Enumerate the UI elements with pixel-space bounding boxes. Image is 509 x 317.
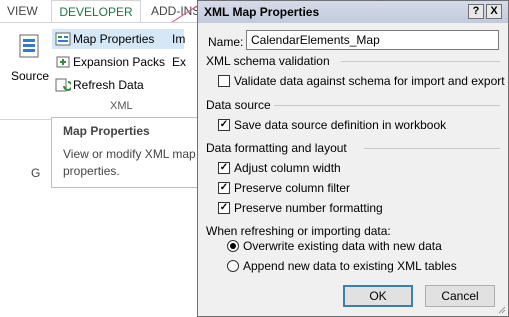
close-button[interactable]: X: [486, 4, 502, 19]
cancel-button[interactable]: Cancel: [425, 285, 495, 307]
map-properties-tooltip: Map Properties View or modify XML map pr…: [51, 117, 211, 188]
refresh-behavior-title: When refreshing or importing data:: [206, 224, 391, 238]
validate-schema-label: Validate data against schema for import …: [234, 74, 505, 88]
expansion-packs-button[interactable]: Expansion Packs: [52, 52, 170, 72]
adjust-column-width-checkbox[interactable]: ✓: [218, 162, 230, 174]
append-data-label: Append new data to existing XML tables: [243, 259, 457, 273]
preserve-number-format-label: Preserve number formatting: [234, 201, 383, 215]
adjust-column-width-label: Adjust column width: [234, 161, 341, 175]
refresh-data-icon: [55, 78, 71, 92]
expansion-packs-icon: [56, 56, 70, 68]
xml-map-properties-dialog: XML Map Properties ? X Name: XML schema …: [197, 0, 509, 317]
refresh-data-button[interactable]: Refresh Data: [52, 75, 149, 95]
ok-button[interactable]: OK: [343, 285, 413, 307]
map-properties-button[interactable]: Map Properties: [52, 29, 184, 49]
overwrite-data-radio[interactable]: [227, 240, 239, 252]
expansion-packs-label: Expansion Packs: [73, 55, 166, 69]
section-divider: [341, 61, 500, 62]
help-button[interactable]: ?: [468, 4, 484, 19]
refresh-data-label: Refresh Data: [73, 78, 144, 92]
save-source-label: Save data source definition in workbook: [234, 118, 447, 132]
resize-grip-icon[interactable]: [496, 304, 506, 314]
data-source-section-title: Data source: [206, 98, 271, 112]
formatting-section: Data formatting and layout: [206, 141, 500, 155]
source-button[interactable]: Source: [8, 29, 52, 103]
map-name-input[interactable]: [246, 30, 499, 50]
tab-view[interactable]: VIEW: [7, 0, 38, 23]
import-button-partial[interactable]: Im: [172, 29, 185, 49]
preserve-number-format-checkbox[interactable]: ✓: [218, 202, 230, 214]
map-properties-label: Map Properties: [73, 32, 155, 46]
ribbon-group-label: XML: [110, 100, 133, 112]
validate-schema-checkbox[interactable]: [218, 75, 230, 87]
xml-source-icon: [19, 34, 39, 58]
name-label: Name:: [208, 35, 244, 49]
schema-section: XML schema validation: [206, 54, 500, 68]
data-source-section: Data source: [206, 98, 500, 112]
dialog-titlebar[interactable]: XML Map Properties ? X: [198, 1, 508, 23]
column-header-g[interactable]: G: [31, 166, 40, 180]
schema-section-title: XML schema validation: [206, 54, 330, 68]
section-divider: [364, 148, 500, 149]
section-divider: [274, 105, 500, 106]
dialog-title: XML Map Properties: [204, 5, 320, 19]
formatting-section-title: Data formatting and layout: [206, 141, 347, 155]
preserve-filter-checkbox[interactable]: ✓: [218, 182, 230, 194]
append-data-radio[interactable]: [227, 260, 239, 272]
tab-developer[interactable]: DEVELOPER: [51, 0, 141, 23]
source-label: Source: [10, 69, 50, 83]
tooltip-description: View or modify XML map properties.: [63, 147, 196, 178]
overwrite-data-label: Overwrite existing data with new data: [243, 239, 442, 253]
map-properties-icon: [55, 32, 71, 46]
export-button-partial[interactable]: Ex: [172, 52, 186, 72]
tooltip-title: Map Properties: [63, 124, 150, 138]
save-source-checkbox[interactable]: ✓: [218, 119, 230, 131]
preserve-filter-label: Preserve column filter: [234, 181, 351, 195]
